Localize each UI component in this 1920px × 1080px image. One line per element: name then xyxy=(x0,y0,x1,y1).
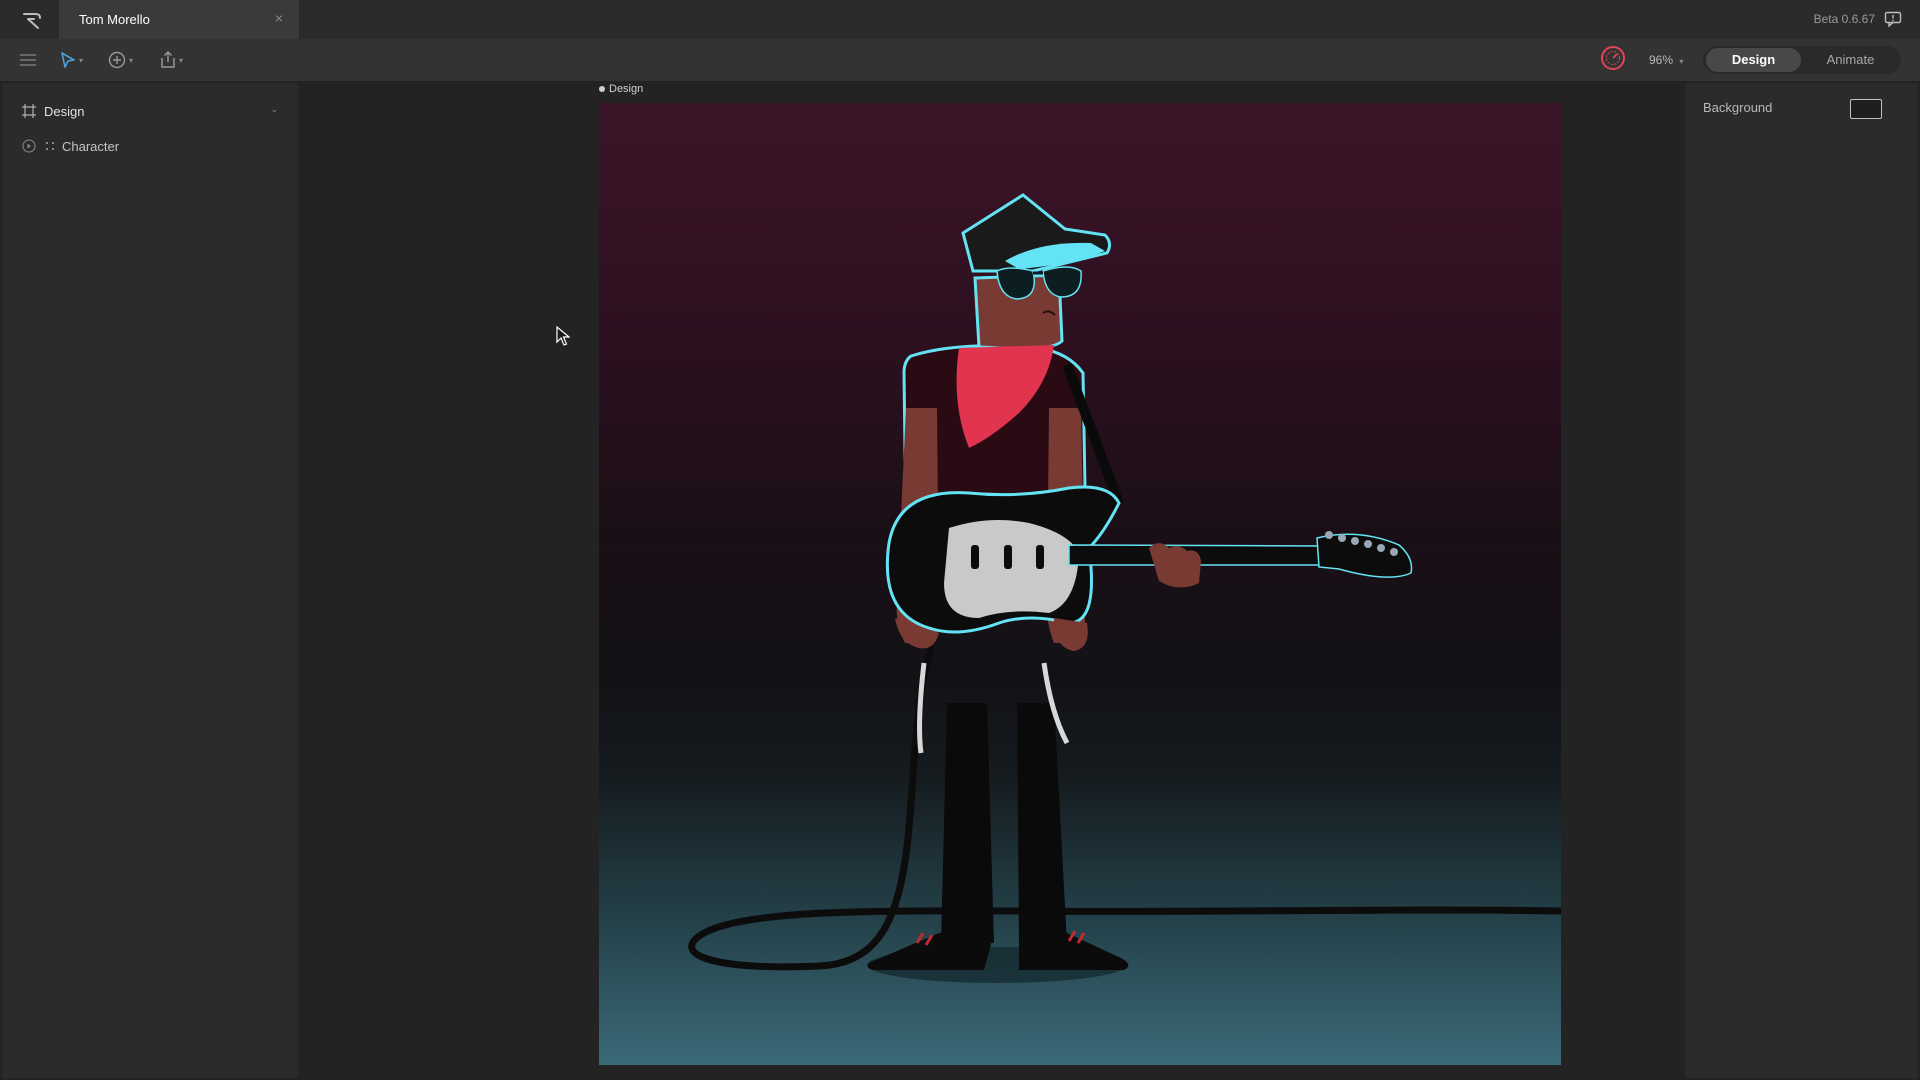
animate-mode-button[interactable]: Animate xyxy=(1803,48,1898,72)
document-tab-title: Tom Morello xyxy=(79,12,150,27)
background-color-swatch[interactable] xyxy=(1850,99,1882,119)
zoom-dropdown[interactable]: 96% ▾ xyxy=(1649,53,1683,67)
artboard-dot-icon xyxy=(599,86,605,92)
layer-label: Character xyxy=(62,138,120,154)
design-mode-button[interactable]: Design xyxy=(1706,48,1801,72)
zoom-value: 96% xyxy=(1649,53,1674,67)
add-icon xyxy=(108,51,126,69)
chevron-down-icon: ▾ xyxy=(179,55,184,65)
select-tool-button[interactable]: ▾ xyxy=(60,49,83,71)
artboard-name: Design xyxy=(609,83,644,95)
artboard[interactable] xyxy=(599,103,1561,1065)
document-tab[interactable]: Tom Morello × xyxy=(59,0,299,39)
mode-toggle: Design Animate xyxy=(1703,46,1901,74)
version-label: Beta 0.6.67 xyxy=(1813,12,1875,26)
feedback-icon[interactable] xyxy=(1884,11,1902,28)
layer-label: Design xyxy=(44,103,85,119)
chevron-down-icon: ▾ xyxy=(79,55,84,65)
character-illustration[interactable] xyxy=(599,103,1561,1065)
chevron-down-icon[interactable]: ⌄ xyxy=(270,104,278,115)
add-tool-button[interactable]: ▾ xyxy=(108,49,133,71)
artboard-icon xyxy=(22,104,36,118)
export-icon xyxy=(161,51,175,68)
chevron-down-icon: ▾ xyxy=(1679,57,1684,66)
background-label: Background xyxy=(1703,100,1773,115)
chevron-down-icon: ▾ xyxy=(129,55,134,65)
export-tool-button[interactable]: ▾ xyxy=(160,49,183,71)
menu-icon[interactable] xyxy=(19,49,37,71)
node-icon xyxy=(46,142,54,150)
inspector-panel: Background xyxy=(1685,83,1918,1078)
app-logo-icon[interactable] xyxy=(20,10,44,30)
layer-row-design[interactable]: Design ⌄ xyxy=(22,101,282,121)
close-tab-icon[interactable]: × xyxy=(275,10,283,26)
select-tool-icon xyxy=(61,52,75,68)
performance-gauge-icon[interactable] xyxy=(1600,46,1626,70)
hierarchy-panel: Design ⌄ Character xyxy=(2,83,298,1078)
artboard-label[interactable]: Design xyxy=(599,83,643,95)
mouse-cursor-icon xyxy=(556,325,571,346)
expand-arrow-icon[interactable] xyxy=(22,139,36,153)
title-bar: Tom Morello × Beta 0.6.67 xyxy=(0,0,1920,39)
toolbar: ▾ ▾ ▾ 96% ▾ Design Animate xyxy=(0,39,1920,81)
layer-row-character[interactable]: Character xyxy=(22,136,282,156)
